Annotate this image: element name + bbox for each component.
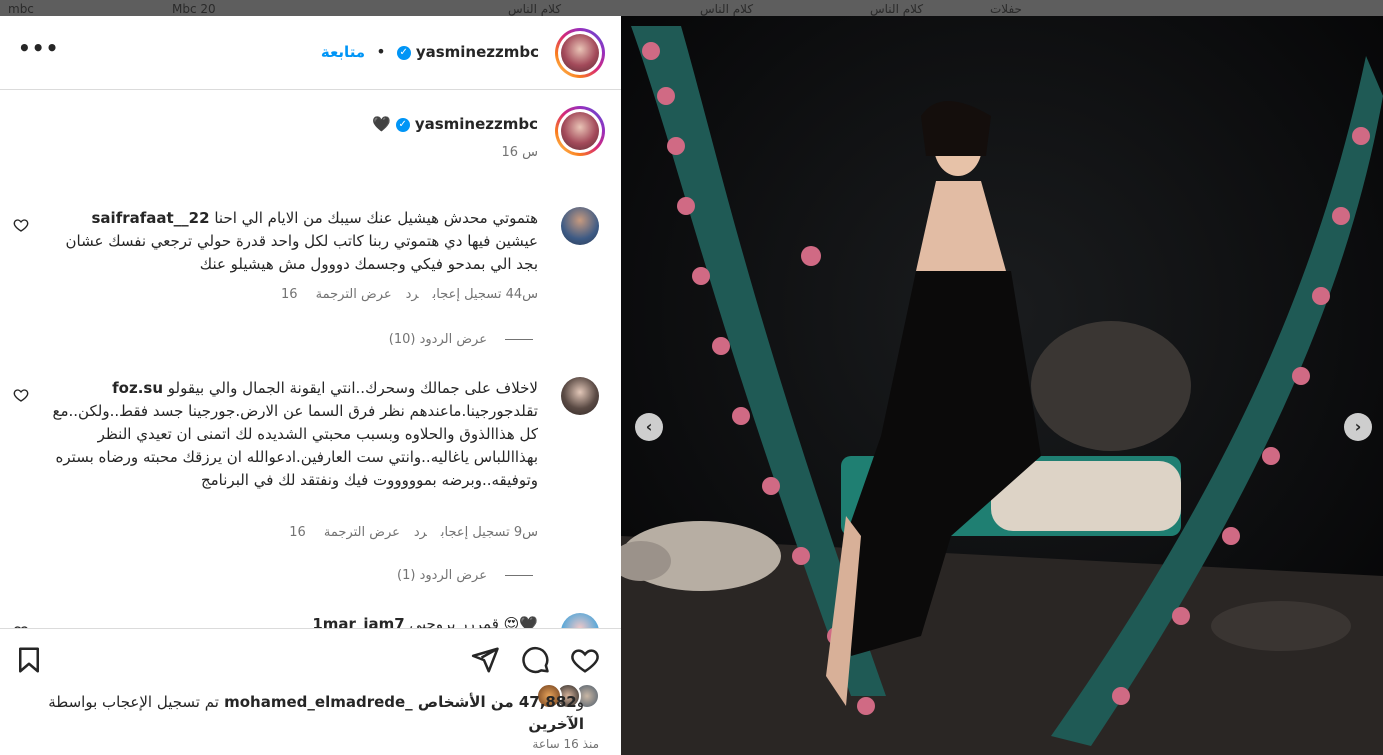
view-replies-label: عرض الردود (1) bbox=[397, 568, 487, 583]
comment-body: 1mar_iam7 قمررر يروحيي 😍🖤 bbox=[48, 613, 538, 628]
view-replies-button[interactable]: عرض الردود (10) bbox=[389, 332, 533, 347]
verified-badge-icon: ✓ bbox=[396, 45, 411, 60]
chevron-right-icon[interactable]: › bbox=[1344, 413, 1372, 441]
bg-tab: كلام الناس bbox=[870, 2, 924, 16]
comment-body: foz.su لاخلاف على جمالك وسحرك..انتي ايقو… bbox=[48, 377, 539, 492]
translate-button[interactable]: عرض الترجمة bbox=[324, 525, 400, 540]
likes-conjunction: و bbox=[576, 693, 584, 711]
post-actions: تم تسجيل الإعجاب بواسطة mohamed_elmadred… bbox=[0, 628, 621, 755]
likes-prefix: تم تسجيل الإعجاب بواسطة bbox=[48, 693, 219, 711]
caption-heart-emoji: 🖤 bbox=[371, 115, 391, 133]
comment-likes[interactable]: 44 تسجيل إعجاب bbox=[433, 287, 523, 302]
liker-username[interactable]: mohamed_elmadrede_ bbox=[224, 693, 413, 711]
save-icon[interactable] bbox=[14, 645, 44, 675]
translate-button[interactable]: عرض الترجمة bbox=[316, 287, 392, 302]
caption-username[interactable]: yasminezzmbc bbox=[415, 115, 538, 133]
heart-icon[interactable] bbox=[13, 387, 29, 403]
post-details-panel: ••• متابعة • ✓ yasminezzmbc 🖤 ✓ yasminez… bbox=[0, 16, 621, 755]
author-username[interactable]: yasminezzmbc bbox=[416, 43, 539, 61]
likes-count[interactable]: 47,882 bbox=[519, 693, 577, 711]
commenter-avatar[interactable] bbox=[561, 207, 599, 245]
commenter-avatar[interactable] bbox=[561, 377, 599, 415]
comment-body: saifrafaat__22 هتموتي محدش هيشيل عنك سيب… bbox=[48, 207, 538, 276]
bg-tab: Mbc 20 bbox=[172, 2, 216, 16]
view-replies-label: عرض الردود (10) bbox=[388, 332, 487, 347]
separator-dot: • bbox=[376, 42, 386, 61]
verified-badge-icon: ✓ bbox=[395, 117, 410, 132]
caption-time: 16 س bbox=[501, 145, 538, 160]
comment-username[interactable]: foz.su bbox=[112, 379, 163, 397]
author-avatar[interactable] bbox=[555, 28, 605, 78]
post-time: منذ 16 ساعة bbox=[532, 737, 599, 751]
chevron-left-icon[interactable]: ‹ bbox=[635, 413, 663, 441]
comments-list[interactable]: 🖤 ✓ yasminezzmbc 16 س saifrafaat__22 هتم… bbox=[0, 91, 621, 628]
comment-text: قمررر يروحيي 😍🖤 bbox=[409, 615, 538, 628]
comment-username[interactable]: 1mar_iam7 bbox=[312, 615, 404, 628]
comment-likes[interactable]: 9 تسجيل إعجاب bbox=[441, 525, 522, 540]
comment-meta: 16 س9 تسجيل إعجابردعرض الترجمة bbox=[275, 525, 538, 540]
comment-icon[interactable] bbox=[520, 645, 550, 675]
comment-meta: 16 س44 تسجيل إعجابردعرض الترجمة bbox=[267, 287, 538, 302]
more-options-icon[interactable]: ••• bbox=[18, 36, 59, 60]
likes-summary: تم تسجيل الإعجاب بواسطة mohamed_elmadred… bbox=[44, 691, 584, 735]
like-icon[interactable] bbox=[570, 645, 600, 675]
header-author-row: متابعة • ✓ yasminezzmbc bbox=[321, 42, 539, 61]
post-image[interactable]: ‹ › bbox=[621, 16, 1383, 755]
heart-icon[interactable] bbox=[13, 217, 29, 233]
comment-username[interactable]: saifrafaat__22 bbox=[92, 209, 210, 227]
follow-button[interactable]: متابعة bbox=[321, 43, 365, 61]
caption-row: 🖤 ✓ yasminezzmbc bbox=[372, 114, 538, 133]
post-header: ••• متابعة • ✓ yasminezzmbc bbox=[0, 16, 621, 90]
reply-button[interactable]: رد bbox=[414, 525, 427, 540]
send-icon[interactable] bbox=[470, 645, 500, 675]
swing-photo bbox=[621, 16, 1383, 755]
bg-tab: حفلات bbox=[990, 2, 1022, 16]
background-tab-strip: mbc Mbc 20 كلام الناس كلام الناس كلام ال… bbox=[0, 0, 1383, 16]
commenter-avatar[interactable] bbox=[561, 613, 599, 628]
bg-tab: كلام الناس bbox=[508, 2, 562, 16]
bg-tab: mbc bbox=[8, 2, 34, 16]
caption-avatar[interactable] bbox=[555, 106, 605, 156]
bg-tab: كلام الناس bbox=[700, 2, 754, 16]
view-replies-button[interactable]: عرض الردود (1) bbox=[397, 568, 533, 583]
reply-button[interactable]: رد bbox=[406, 287, 419, 302]
